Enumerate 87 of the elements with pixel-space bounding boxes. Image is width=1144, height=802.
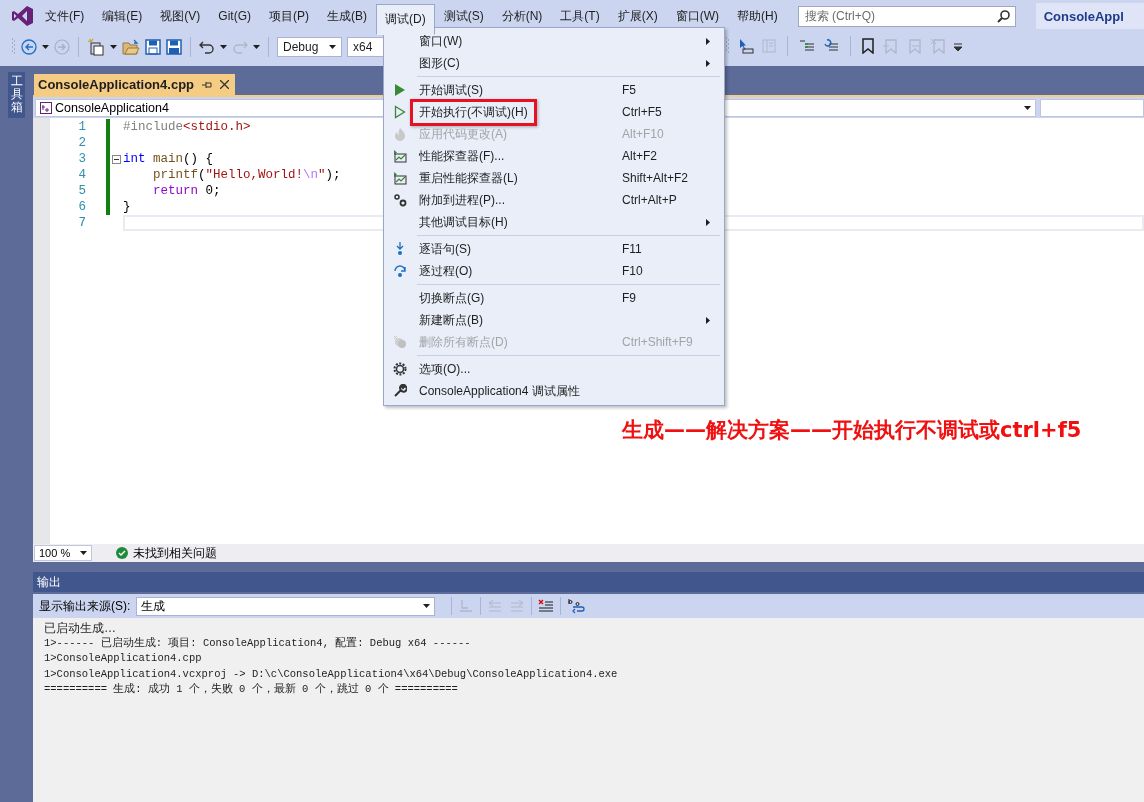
chart-icon <box>393 171 407 185</box>
grip-icon <box>12 38 16 56</box>
caret-icon <box>110 45 117 49</box>
save-all-icon[interactable] <box>166 39 182 55</box>
caret-icon <box>329 45 336 49</box>
play-outline-icon <box>393 105 407 119</box>
menu-item[interactable]: 重启性能探查器(L) Shift+Alt+F2 <box>384 167 724 189</box>
menu-item[interactable]: 编辑(E) <box>93 0 152 32</box>
menu-item[interactable]: Git(G) <box>209 0 260 32</box>
output-line: 1>ConsoleApplication4.cpp <box>44 651 203 667</box>
menu-item[interactable]: 逐语句(S) F11 <box>384 238 724 260</box>
menu-item[interactable]: 逐过程(O) F10 <box>384 260 724 282</box>
menu-item[interactable]: 项目(P) <box>260 0 318 32</box>
menu-item[interactable]: 选项(O)... <box>384 358 724 380</box>
menu-item[interactable]: 新建断点(B) <box>384 309 724 331</box>
class-icon <box>40 102 52 114</box>
chart-icon <box>393 149 407 163</box>
configuration-dropdown[interactable]: Debug <box>277 37 342 57</box>
menu-item[interactable]: 生成(B) <box>318 0 376 32</box>
output-source-label: 显示输出来源(S): <box>39 597 131 615</box>
play-icon <box>393 83 407 97</box>
grip-icon <box>726 37 730 55</box>
code-line: #include<stdio.h> <box>123 120 251 134</box>
menu-item[interactable]: 开始调试(S) F5 <box>384 79 724 101</box>
cursor-icon[interactable] <box>738 38 754 54</box>
new-project-icon[interactable] <box>87 38 105 56</box>
wrench-icon <box>393 384 407 398</box>
editor-tab[interactable]: ConsoleApplication4.cpp <box>34 74 235 95</box>
output-panel-title: 输出 <box>37 573 61 591</box>
issues-status: 未找到相关问题 <box>133 545 217 561</box>
menu-item[interactable]: 其他调试目标(H) <box>384 211 724 233</box>
open-folder-icon[interactable] <box>122 39 140 55</box>
line-number: 7 <box>77 216 86 230</box>
menu-item[interactable]: 性能探查器(F)... Alt+F2 <box>384 145 724 167</box>
line-number: 3 <box>77 152 86 166</box>
code-line: } <box>123 200 131 214</box>
output-line: 已启动生成… <box>44 621 117 637</box>
output-line: 1>------ 已启动生成: 项目: ConsoleApplication4, 配置: Debug x64 ------ <box>44 636 472 652</box>
pin-icon[interactable] <box>202 80 212 89</box>
search-field[interactable]: 搜索 (Ctrl+Q) <box>797 5 1016 27</box>
annotation-text: 生成——解决方案——开始执行不调试或ctrl+f5 <box>622 417 1082 444</box>
caret-icon <box>80 551 87 555</box>
caret-icon <box>220 45 227 49</box>
caret-icon <box>42 45 49 49</box>
line-number: 6 <box>77 200 86 214</box>
visual-studio-logo-icon <box>10 4 34 28</box>
line-number: 4 <box>77 168 86 182</box>
menu-item[interactable]: 附加到进程(P)... Ctrl+Alt+P <box>384 189 724 211</box>
overflow-icon[interactable] <box>954 41 962 51</box>
output-source-dropdown[interactable]: 生成 <box>136 596 436 616</box>
caret-icon <box>253 45 260 49</box>
comment-lines-icon[interactable] <box>799 39 815 53</box>
undo-icon[interactable] <box>199 39 215 55</box>
line-number: 5 <box>77 184 86 198</box>
output-line: 1>ConsoleApplication4.vcxproj -> D:\c\ConsoleApplication4\x64\Debug\ConsoleApplication4.exe <box>44 666 619 682</box>
uncomment-lines-icon[interactable] <box>823 39 839 53</box>
menu-item[interactable]: ConsoleApplication4 调试属性 <box>384 380 724 402</box>
code-line: printf("Hello,World!\n"); <box>152 168 341 182</box>
menu-item[interactable]: 文件(F) <box>36 0 94 32</box>
bookmark-icon[interactable] <box>862 38 874 54</box>
flame-icon <box>393 127 407 141</box>
menu-item[interactable]: 切换断点(G) F9 <box>384 287 724 309</box>
code-line: return 0; <box>152 184 221 198</box>
word-wrap-icon[interactable] <box>567 598 586 614</box>
search-icon <box>996 9 1010 23</box>
menu-item[interactable]: 帮助(H) <box>728 0 787 32</box>
window-title: ConsoleAppl <box>1035 3 1144 29</box>
menu-item[interactable]: 视图(V) <box>151 0 210 32</box>
settings-icon <box>393 362 407 376</box>
check-icon <box>116 547 128 559</box>
breakpoints-icon <box>393 335 407 349</box>
code-line: int main() { <box>123 152 214 166</box>
menu-item[interactable]: 调试(D) <box>376 4 435 35</box>
back-icon[interactable] <box>21 39 37 55</box>
save-icon[interactable] <box>145 39 161 55</box>
step-over-icon <box>393 264 407 278</box>
zoom-dropdown[interactable]: 100 % <box>34 545 92 561</box>
line-number: 2 <box>77 136 86 150</box>
toolbox-tab[interactable]: 工具箱 <box>8 72 25 118</box>
collapse-icon[interactable] <box>112 154 121 164</box>
line-number: 1 <box>77 120 86 134</box>
close-icon[interactable] <box>220 80 229 89</box>
caret-icon <box>423 604 431 608</box>
gears-icon <box>393 193 407 207</box>
clear-all-icon[interactable] <box>538 599 555 613</box>
output-line: ========== 生成: 成功 1 个，失败 0 个，最新 0 个，跳过 0 个 ========== <box>44 681 459 697</box>
caret-icon <box>1024 106 1031 110</box>
